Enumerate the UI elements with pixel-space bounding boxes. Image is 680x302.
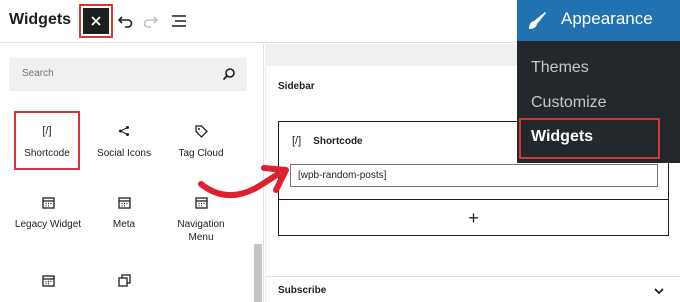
block-label: Tag Cloud (178, 148, 224, 159)
block-meta[interactable]: Meta (84, 192, 164, 231)
block-label: Meta (112, 219, 136, 230)
scrollbar[interactable] (254, 244, 262, 302)
block-item[interactable] (84, 270, 164, 296)
block-label: Shortcode (24, 148, 70, 159)
shortcode-icon: [/] (292, 135, 302, 147)
red-arrow-annotation (198, 165, 289, 198)
block-item[interactable] (8, 270, 88, 296)
share-icon (84, 121, 164, 141)
close-inserter-button[interactable] (79, 4, 113, 38)
page-title: Widgets (9, 11, 72, 28)
widget-area-title: Subscribe (278, 285, 327, 296)
close-icon (83, 8, 109, 34)
chevron-down-icon[interactable] (653, 284, 665, 296)
block-tag-cloud[interactable]: Tag Cloud (161, 121, 241, 160)
list-view-icon[interactable] (170, 12, 188, 30)
block-label: Legacy Widget (14, 219, 82, 230)
plus-icon: + (468, 207, 479, 228)
menu-item-themes[interactable]: Themes (531, 59, 589, 77)
undo-icon[interactable] (116, 12, 134, 30)
redo-icon[interactable] (142, 12, 160, 30)
shortcode-block-header: [/] Shortcode (292, 135, 363, 147)
search-placeholder: Search (22, 68, 54, 79)
menu-item-widgets-label: Widgets (531, 128, 594, 145)
shortcode-icon: [/] (42, 125, 52, 137)
search-icon (222, 67, 236, 81)
calendar-icon (8, 192, 88, 212)
block-label: Navigation Menu (177, 219, 225, 243)
widget-area-title: Sidebar (278, 81, 315, 92)
block-label: Social Icons (97, 148, 151, 159)
calendar-icon (84, 192, 164, 212)
block-legacy-widget[interactable]: Legacy Widget (8, 192, 88, 231)
block-social-icons[interactable]: Social Icons (84, 121, 164, 160)
calendar-icon (8, 270, 88, 290)
menu-title: Appearance (561, 9, 653, 28)
add-block-button[interactable]: + (278, 200, 669, 236)
search-input[interactable]: Search (9, 58, 247, 91)
widget-area-subscribe[interactable] (266, 276, 680, 302)
tag-icon (161, 121, 241, 141)
paintbrush-icon (526, 9, 548, 31)
duplicate-icon (84, 270, 164, 290)
menu-item-customize[interactable]: Customize (531, 94, 607, 112)
shortcode-input[interactable]: [wpb-random-posts] (290, 164, 658, 187)
shortcode-block-title: Shortcode (313, 136, 363, 147)
block-shortcode[interactable]: [/] Shortcode (14, 111, 80, 170)
